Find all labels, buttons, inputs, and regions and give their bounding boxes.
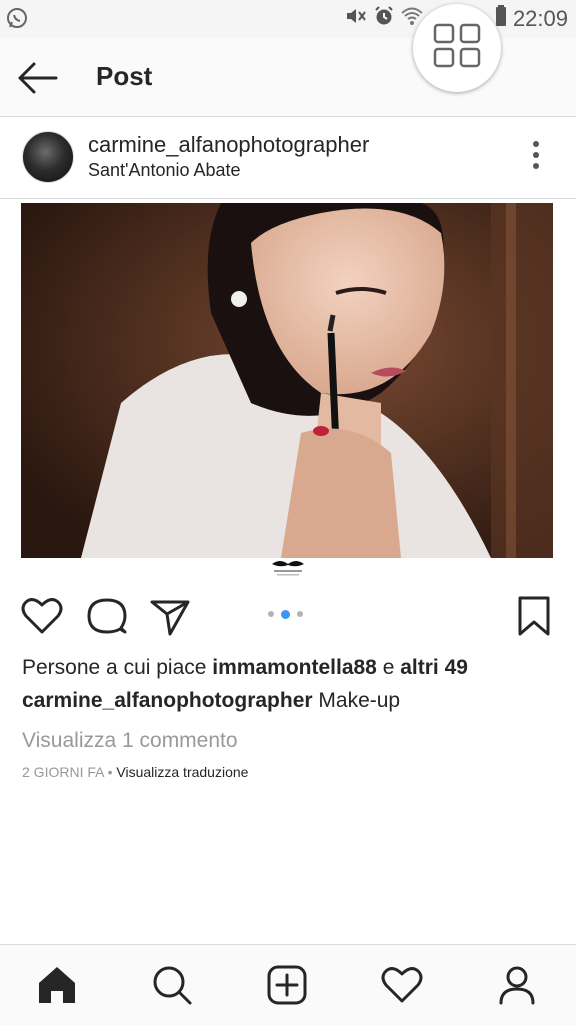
meta-separator: • <box>107 764 113 780</box>
watermark-logo <box>266 558 310 580</box>
comment-icon[interactable] <box>85 594 129 638</box>
add-icon[interactable] <box>265 963 309 1007</box>
grid-icon <box>432 23 482 74</box>
liker-username[interactable]: immamontella88 <box>212 656 377 679</box>
mute-icon <box>345 6 367 31</box>
home-icon[interactable] <box>35 963 79 1007</box>
post-username[interactable]: carmine_alfanophotographer <box>88 132 369 158</box>
profile-icon[interactable] <box>495 963 539 1007</box>
caption-username[interactable]: carmine_alfanophotographer <box>22 689 313 712</box>
heart-icon[interactable] <box>20 594 64 638</box>
alarm-icon <box>373 5 395 32</box>
page-title: Post <box>96 61 153 91</box>
floating-grid-button[interactable] <box>413 4 501 92</box>
search-icon[interactable] <box>150 963 194 1007</box>
share-icon[interactable] <box>148 594 192 638</box>
caption: carmine_alfanophotographer Make-up <box>22 689 400 713</box>
status-time: 22:09 <box>512 5 568 31</box>
likes-connector: e <box>382 656 395 679</box>
likes-others[interactable]: altri 49 <box>400 656 468 679</box>
back-arrow-icon[interactable] <box>16 58 60 98</box>
activity-icon[interactable] <box>380 963 424 1007</box>
post-actions <box>0 594 576 642</box>
whatsapp-icon <box>6 7 28 34</box>
carousel-dot <box>281 609 290 619</box>
post-image[interactable] <box>21 203 553 558</box>
translate-link[interactable]: Visualizza traduzione <box>116 764 248 780</box>
carousel-dot <box>268 611 274 617</box>
post-header: carmine_alfanophotographer Sant'Antonio … <box>0 118 576 199</box>
battery-icon <box>495 5 507 32</box>
likes-prefix: Persone a cui piace <box>22 656 207 679</box>
more-vertical-icon[interactable] <box>526 140 546 172</box>
carousel-indicator <box>268 609 303 619</box>
bookmark-icon[interactable] <box>514 594 558 638</box>
post-meta: 2 GIORNI FA • Visualizza traduzione <box>22 764 248 780</box>
caption-text: Make-up <box>318 689 401 712</box>
post-location[interactable]: Sant'Antonio Abate <box>88 160 241 181</box>
carousel-dot <box>297 611 303 617</box>
likes-text: Persone a cui piace immamontella88 e alt… <box>22 656 468 680</box>
avatar[interactable] <box>22 131 74 183</box>
time-ago: 2 GIORNI FA <box>22 764 104 780</box>
bottom-nav <box>0 944 576 1025</box>
view-comments-link[interactable]: Visualizza 1 commento <box>22 729 238 753</box>
